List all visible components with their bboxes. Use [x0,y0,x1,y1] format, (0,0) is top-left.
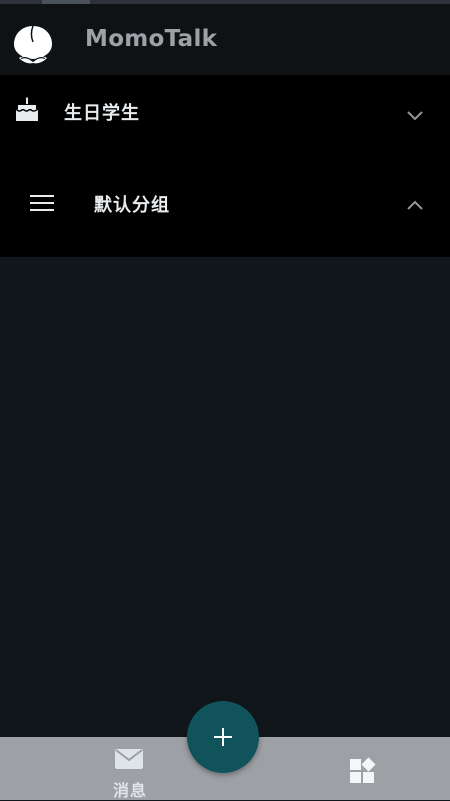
group-list: 生日学生 默认分组 [0,75,450,257]
nav-messages[interactable]: 消息 [100,737,160,800]
cake-icon [14,97,40,127]
app-title: MomoTalk [85,26,218,52]
group-birthday-students[interactable]: 生日学生 [0,75,450,147]
chevron-down-icon[interactable] [406,107,424,121]
peach-icon[interactable] [10,21,56,65]
mail-icon [115,749,143,769]
menu-icon [30,194,54,216]
plus-icon [214,728,232,746]
nav-messages-label: 消息 [112,781,147,800]
app-header: MomoTalk [0,4,450,75]
group-default[interactable]: 默认分组 [0,167,450,239]
add-button[interactable] [187,701,259,773]
chevron-up-icon[interactable] [406,196,424,210]
group-label: 默认分组 [94,195,170,216]
group-label: 生日学生 [64,103,140,124]
apps-icon[interactable] [348,755,378,785]
